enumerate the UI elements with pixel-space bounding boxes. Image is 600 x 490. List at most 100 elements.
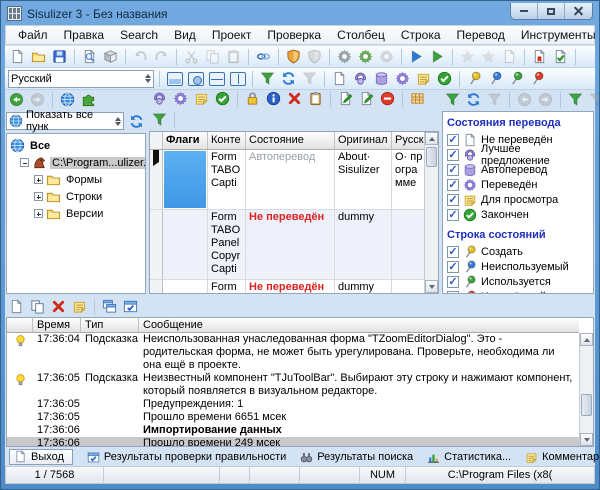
log-header-time[interactable]: Время [33, 318, 81, 332]
log-row-selected[interactable]: 17:36:06 Прошло времени 249 мсек [7, 437, 579, 446]
original-cell[interactable]: dummy [335, 210, 392, 279]
checkbox-checked[interactable]: ✓ [447, 134, 459, 146]
run-button[interactable] [428, 47, 447, 66]
state-filter-translated[interactable]: ✓ Переведён [447, 177, 589, 192]
log-row[interactable]: 17:36:06 Импортирование данных [7, 424, 579, 437]
original-cell[interactable]: About· Sisulizer [335, 150, 392, 209]
addons-button[interactable] [79, 90, 98, 109]
grid-columns-button[interactable] [408, 89, 427, 108]
state-cell[interactable]: Не переведён [246, 280, 335, 293]
save-log-button[interactable] [7, 297, 26, 316]
cascade-windows-button[interactable] [100, 297, 119, 316]
checkbox-checked[interactable]: ✓ [447, 194, 459, 206]
row-filter-unused[interactable]: ✓ Неиспользуемый [447, 259, 589, 274]
state-complete-button[interactable] [213, 89, 232, 108]
scan-all-button[interactable] [356, 47, 375, 66]
grid-header-flags[interactable]: Флаги [163, 132, 208, 150]
tree-filter-combobox[interactable]: Показать все пунк [6, 112, 124, 130]
lock-row-button[interactable] [243, 89, 262, 108]
state-cell[interactable]: Автоперевод [246, 150, 335, 209]
scrollbar-thumb[interactable] [581, 394, 592, 416]
show-used-rows-button[interactable] [507, 69, 526, 88]
grid-row[interactable]: Form TABO Capti Автоперевод About· Sisul… [150, 150, 424, 210]
copy-button[interactable] [203, 47, 222, 66]
report-button[interactable] [500, 47, 519, 66]
checkbox-checked[interactable]: ✓ [447, 261, 459, 273]
select-window-button[interactable] [121, 297, 140, 316]
state-translated-button[interactable] [171, 89, 190, 108]
package-button[interactable] [101, 47, 120, 66]
link-button[interactable] [254, 47, 273, 66]
grid-vertical-scrollbar[interactable] [424, 132, 438, 293]
checkbox-checked[interactable]: ✓ [447, 246, 459, 258]
show-new-rows-button[interactable] [465, 69, 484, 88]
exchange-button[interactable] [305, 47, 324, 66]
scan-button[interactable] [335, 47, 354, 66]
archive-button[interactable] [306, 89, 325, 108]
show-unused-rows-button[interactable] [486, 69, 505, 88]
remove-filter-button[interactable] [587, 90, 600, 109]
refresh-button[interactable] [279, 69, 298, 88]
apply-filter-button[interactable] [443, 90, 462, 109]
scroll-down-button[interactable] [425, 280, 438, 293]
prev-filter-button[interactable] [515, 90, 534, 109]
collapse-box-icon[interactable] [20, 158, 29, 167]
minimize-button[interactable] [511, 3, 538, 19]
scroll-up-button[interactable] [580, 333, 593, 346]
export-pdf-button[interactable] [530, 47, 549, 66]
tab-statistics[interactable]: Статистика... [427, 451, 511, 464]
show-auto-translated-button[interactable] [372, 69, 391, 88]
open-project-button[interactable] [29, 47, 48, 66]
tree-item-all[interactable]: Все [7, 137, 145, 154]
log-header-message[interactable]: Сообщение [139, 318, 579, 332]
filter-apply-button[interactable] [258, 69, 277, 88]
context-cell[interactable]: Form [208, 280, 246, 293]
forward-button[interactable] [28, 90, 47, 109]
translation-cell[interactable]: О· программе [392, 150, 424, 209]
scroll-down-button[interactable] [580, 433, 593, 446]
menu-file[interactable]: Файл [10, 26, 56, 44]
tab-validation-results[interactable]: Результаты проверки правильности [87, 451, 286, 464]
flags-cell[interactable] [163, 150, 208, 209]
favorite-all-button[interactable] [479, 47, 498, 66]
layout-hsplit-button[interactable] [207, 69, 226, 88]
layout-vsplit-button[interactable] [228, 69, 247, 88]
log-row[interactable]: 17:36:05 Предупреждения: 1 [7, 398, 579, 411]
edit-original-button[interactable] [336, 89, 355, 108]
show-untranslated-button[interactable] [330, 69, 349, 88]
state-filter-best-guess[interactable]: ✓ Лучшее предложение [447, 147, 589, 162]
checkbox-checked[interactable]: ✓ [447, 179, 459, 191]
translation-cell[interactable] [392, 210, 424, 279]
scroll-up-button[interactable] [425, 132, 438, 145]
translation-cell[interactable] [392, 280, 424, 293]
log-notes-button[interactable] [70, 297, 89, 316]
grid-header-translation[interactable]: Русск [392, 132, 424, 150]
save-project-button[interactable] [50, 47, 69, 66]
tree-item-forms[interactable]: Формы [31, 171, 145, 188]
exclude-button[interactable] [378, 89, 397, 108]
exchange-wizard-button[interactable] [284, 47, 303, 66]
redo-button[interactable] [152, 47, 171, 66]
show-review-button[interactable] [414, 69, 433, 88]
menu-validate[interactable]: Проверка [259, 26, 329, 44]
grid-header-original[interactable]: Оригинал [335, 132, 392, 150]
next-filter-button[interactable] [536, 90, 555, 109]
state-filter-for-review[interactable]: ✓ Для просмотра [447, 192, 589, 207]
tree-item-project[interactable]: C:\Program...ulizer.exe [17, 154, 145, 171]
flags-cell[interactable] [163, 210, 208, 279]
grid-row[interactable]: Form TABO Panel Copyr Capti Не переведён… [150, 210, 424, 280]
globe-sources-button[interactable] [58, 90, 77, 109]
state-best-guess-button[interactable] [150, 89, 169, 108]
combo-spinner-icon[interactable] [145, 74, 151, 83]
grid-header-state[interactable]: Состояние [246, 132, 335, 150]
log-row[interactable]: 17:36:04 Подсказка Неиспользованная унас… [7, 333, 579, 372]
maximize-button[interactable] [538, 3, 565, 19]
show-changed-rows-button[interactable] [528, 69, 547, 88]
state-review-button[interactable] [192, 89, 211, 108]
expand-box-icon[interactable] [34, 209, 43, 218]
menu-view[interactable]: Вид [166, 26, 204, 44]
original-cell[interactable]: dummy [335, 280, 392, 293]
context-cell[interactable]: Form TABO Panel Copyr Capti [208, 210, 246, 279]
preview-button[interactable] [80, 47, 99, 66]
scan-stop-button[interactable] [377, 47, 396, 66]
